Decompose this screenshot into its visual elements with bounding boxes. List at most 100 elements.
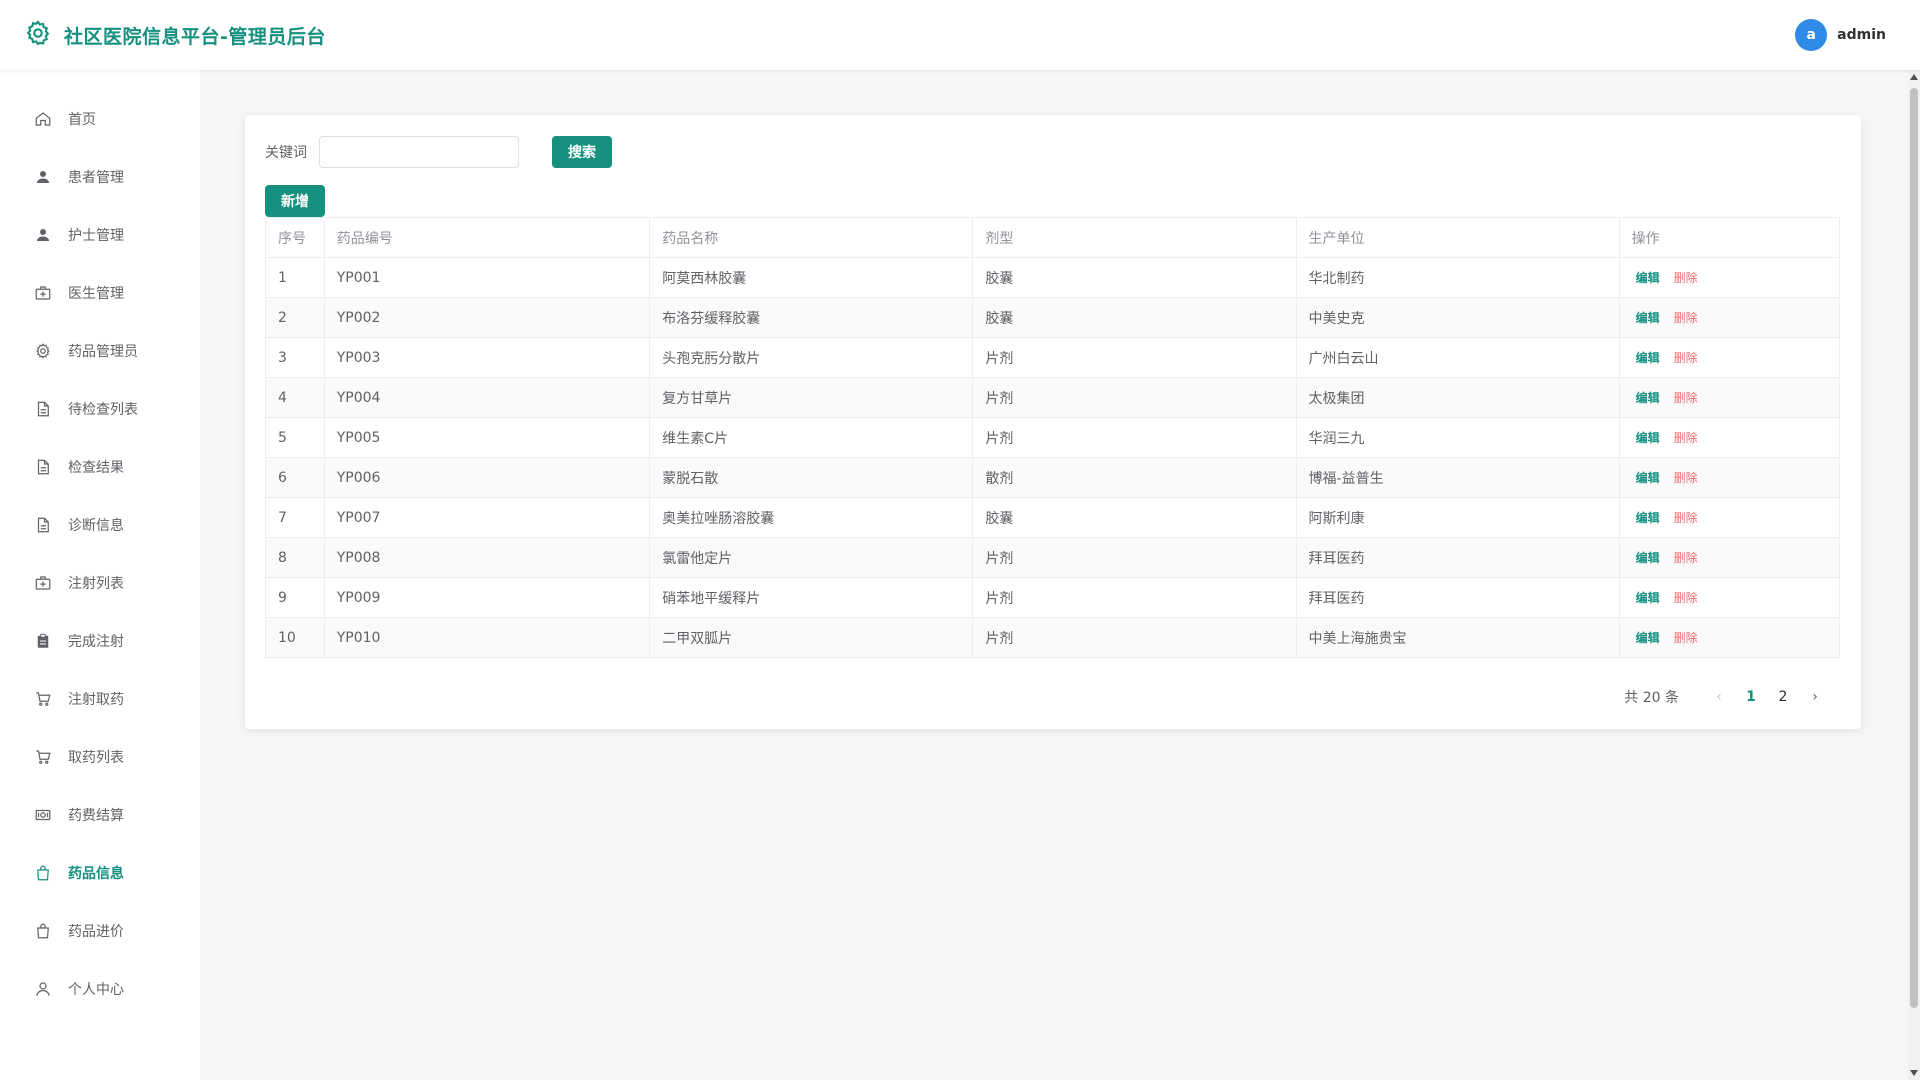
app-title: 社区医院信息平台-管理员后台 (64, 25, 326, 48)
sidebar-item[interactable]: 患者管理 (0, 148, 200, 206)
table-cell: 华润三九 (1295, 417, 1620, 458)
table-cell: 氯雷他定片 (649, 537, 974, 578)
table-cell: 中美上海施贵宝 (1295, 617, 1620, 658)
table-row: 3 YP003 头孢克肟分散片 片剂 广州白云山 编辑 删除 (265, 337, 1841, 378)
main-content: 关键词 搜索 新增 序号 药品编号 药品名称 剂型 生产单位 操作 1 YP00… (200, 70, 1904, 1080)
column-header: 药品名称 (649, 217, 974, 258)
search-input[interactable] (319, 136, 519, 168)
delete-button[interactable]: 删除 (1674, 271, 1698, 285)
table-cell: 片剂 (972, 617, 1297, 658)
table-cell: 2 (265, 297, 325, 338)
scroll-up-icon[interactable] (1910, 74, 1918, 80)
table-cell: 片剂 (972, 537, 1297, 578)
table-cell: 中美史克 (1295, 297, 1620, 338)
sidebar-item[interactable]: 护士管理 (0, 206, 200, 264)
sidebar-item[interactable]: 个人中心 (0, 960, 200, 1018)
row-actions: 编辑 删除 (1618, 417, 1841, 458)
row-actions: 编辑 删除 (1618, 377, 1841, 418)
delete-button[interactable]: 删除 (1674, 311, 1698, 325)
sidebar-item[interactable]: 医生管理 (0, 264, 200, 322)
column-header: 药品编号 (323, 217, 651, 258)
column-header: 生产单位 (1295, 217, 1620, 258)
sidebar-item[interactable]: 注射列表 (0, 554, 200, 612)
table-row: 9 YP009 硝苯地平缓释片 片剂 拜耳医药 编辑 删除 (265, 577, 1841, 618)
sidebar-item-label: 注射列表 (68, 576, 124, 592)
table-cell: 头孢克肟分散片 (649, 337, 974, 378)
delete-button[interactable]: 删除 (1674, 351, 1698, 365)
sidebar-item[interactable]: 待检查列表 (0, 380, 200, 438)
sidebar-item[interactable]: 注射取药 (0, 670, 200, 728)
cart-icon (34, 748, 52, 766)
edit-button[interactable]: 编辑 (1636, 591, 1660, 605)
table-row: 1 YP001 阿莫西林胶囊 胶囊 华北制药 编辑 删除 (265, 257, 1841, 298)
delete-button[interactable]: 删除 (1674, 391, 1698, 405)
page-scrollbar[interactable] (1908, 70, 1920, 1080)
table-row: 8 YP008 氯雷他定片 片剂 拜耳医药 编辑 删除 (265, 537, 1841, 578)
table-cell: 广州白云山 (1295, 337, 1620, 378)
sidebar-item[interactable]: 药品信息 (0, 844, 200, 902)
table-cell: 9 (265, 577, 325, 618)
logo[interactable]: 社区医院信息平台-管理员后台 (24, 19, 326, 51)
edit-button[interactable]: 编辑 (1636, 471, 1660, 485)
top-header: 社区医院信息平台-管理员后台 a admin (0, 0, 1920, 70)
delete-button[interactable]: 删除 (1674, 511, 1698, 525)
table-cell: YP007 (323, 497, 651, 538)
delete-button[interactable]: 删除 (1674, 551, 1698, 565)
page-2-button[interactable]: 2 (1767, 683, 1799, 711)
sidebar-item[interactable]: 首页 (0, 90, 200, 148)
sidebar-item[interactable]: 诊断信息 (0, 496, 200, 554)
sidebar-item-label: 待检查列表 (68, 402, 138, 418)
user-filled-icon (34, 168, 52, 186)
prev-page-icon[interactable]: ‹ (1703, 683, 1735, 711)
page-1-button[interactable]: 1 (1735, 683, 1767, 711)
edit-button[interactable]: 编辑 (1636, 431, 1660, 445)
user-menu[interactable]: a admin (1795, 19, 1886, 51)
sidebar-item[interactable]: 药品管理员 (0, 322, 200, 380)
table-cell: 片剂 (972, 337, 1297, 378)
table-row: 6 YP006 蒙脱石散 散剂 博福-益普生 编辑 删除 (265, 457, 1841, 498)
table-cell: 阿莫西林胶囊 (649, 257, 974, 298)
document-icon (34, 458, 52, 476)
add-button[interactable]: 新增 (265, 185, 325, 217)
delete-button[interactable]: 删除 (1674, 591, 1698, 605)
scroll-down-icon[interactable] (1910, 1070, 1918, 1076)
edit-button[interactable]: 编辑 (1636, 391, 1660, 405)
delete-button[interactable]: 删除 (1674, 471, 1698, 485)
table-cell: 太极集团 (1295, 377, 1620, 418)
edit-button[interactable]: 编辑 (1636, 551, 1660, 565)
edit-button[interactable]: 编辑 (1636, 511, 1660, 525)
edit-button[interactable]: 编辑 (1636, 271, 1660, 285)
delete-button[interactable]: 删除 (1674, 431, 1698, 445)
table-cell: YP001 (323, 257, 651, 298)
table-cell: YP008 (323, 537, 651, 578)
edit-button[interactable]: 编辑 (1636, 631, 1660, 645)
delete-button[interactable]: 删除 (1674, 631, 1698, 645)
gear-icon (34, 342, 52, 360)
sidebar-item[interactable]: 药费结算 (0, 786, 200, 844)
next-page-icon[interactable]: › (1799, 683, 1831, 711)
table-cell: 1 (265, 257, 325, 298)
username[interactable]: admin (1837, 27, 1886, 43)
search-bar: 关键词 搜索 (265, 135, 612, 169)
edit-button[interactable]: 编辑 (1636, 351, 1660, 365)
sidebar-item[interactable]: 药品进价 (0, 902, 200, 960)
table-cell: 10 (265, 617, 325, 658)
row-actions: 编辑 删除 (1618, 457, 1841, 498)
sidebar-item[interactable]: 完成注射 (0, 612, 200, 670)
sidebar-item-label: 检查结果 (68, 460, 124, 476)
search-button[interactable]: 搜索 (552, 136, 612, 168)
table-cell: 维生素C片 (649, 417, 974, 458)
avatar[interactable]: a (1795, 19, 1828, 51)
table-cell: 拜耳医药 (1295, 537, 1620, 578)
sidebar-item-label: 患者管理 (68, 170, 124, 186)
table-cell: YP002 (323, 297, 651, 338)
table-cell: 4 (265, 377, 325, 418)
table-cell: 阿斯利康 (1295, 497, 1620, 538)
edit-button[interactable]: 编辑 (1636, 311, 1660, 325)
sidebar-item[interactable]: 检查结果 (0, 438, 200, 496)
table-cell: 博福-益普生 (1295, 457, 1620, 498)
scroll-thumb[interactable] (1910, 88, 1918, 1008)
sidebar-item[interactable]: 取药列表 (0, 728, 200, 786)
drug-table: 序号 药品编号 药品名称 剂型 生产单位 操作 1 YP001 阿莫西林胶囊 胶囊 华北… (265, 217, 1841, 658)
table-cell: 复方甘草片 (649, 377, 974, 418)
